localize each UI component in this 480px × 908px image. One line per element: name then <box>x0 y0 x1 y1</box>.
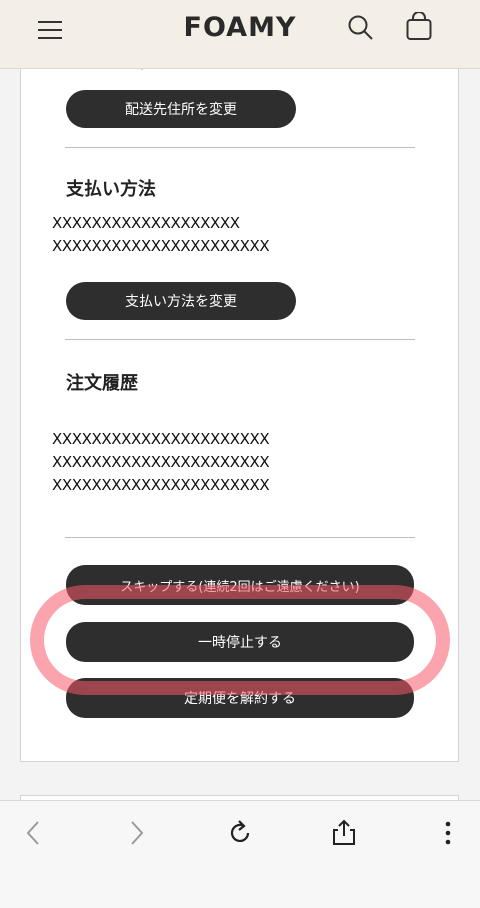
reload-icon[interactable] <box>226 819 254 847</box>
payment-info-line: XXXXXXXXXXXXXXXXXXXXXX <box>52 237 270 255</box>
order-history-line: XXXXXXXXXXXXXXXXXXXXXX <box>52 476 270 494</box>
divider <box>65 537 415 538</box>
pause-subscription-button[interactable]: 一時停止する <box>66 622 414 662</box>
change-payment-method-button[interactable]: 支払い方法を変更 <box>66 282 296 320</box>
change-shipping-address-button[interactable]: 配送先住所を変更 <box>66 90 296 128</box>
back-icon[interactable] <box>20 819 48 847</box>
divider <box>65 147 415 148</box>
cart-icon[interactable] <box>404 12 434 42</box>
payment-info-line: XXXXXXXXXXXXXXXXXXX <box>52 214 240 232</box>
browser-toolbar <box>0 800 480 908</box>
order-history-line: XXXXXXXXXXXXXXXXXXXXXX <box>52 453 270 471</box>
more-icon[interactable] <box>434 819 462 847</box>
cancel-subscription-button[interactable]: 定期便を解約する <box>66 678 414 718</box>
forward-icon[interactable] <box>122 819 150 847</box>
share-icon[interactable] <box>330 819 358 847</box>
order-history-line: XXXXXXXXXXXXXXXXXXXXXX <box>52 430 270 448</box>
divider <box>65 339 415 340</box>
skip-delivery-button[interactable]: スキップする(連続2回はご遠慮ください) <box>66 565 414 605</box>
search-icon[interactable] <box>346 13 376 43</box>
site-header: FOAMY <box>0 0 480 69</box>
order-history-title: 注文履歴 <box>66 373 138 394</box>
payment-method-title: 支払い方法 <box>66 179 156 200</box>
